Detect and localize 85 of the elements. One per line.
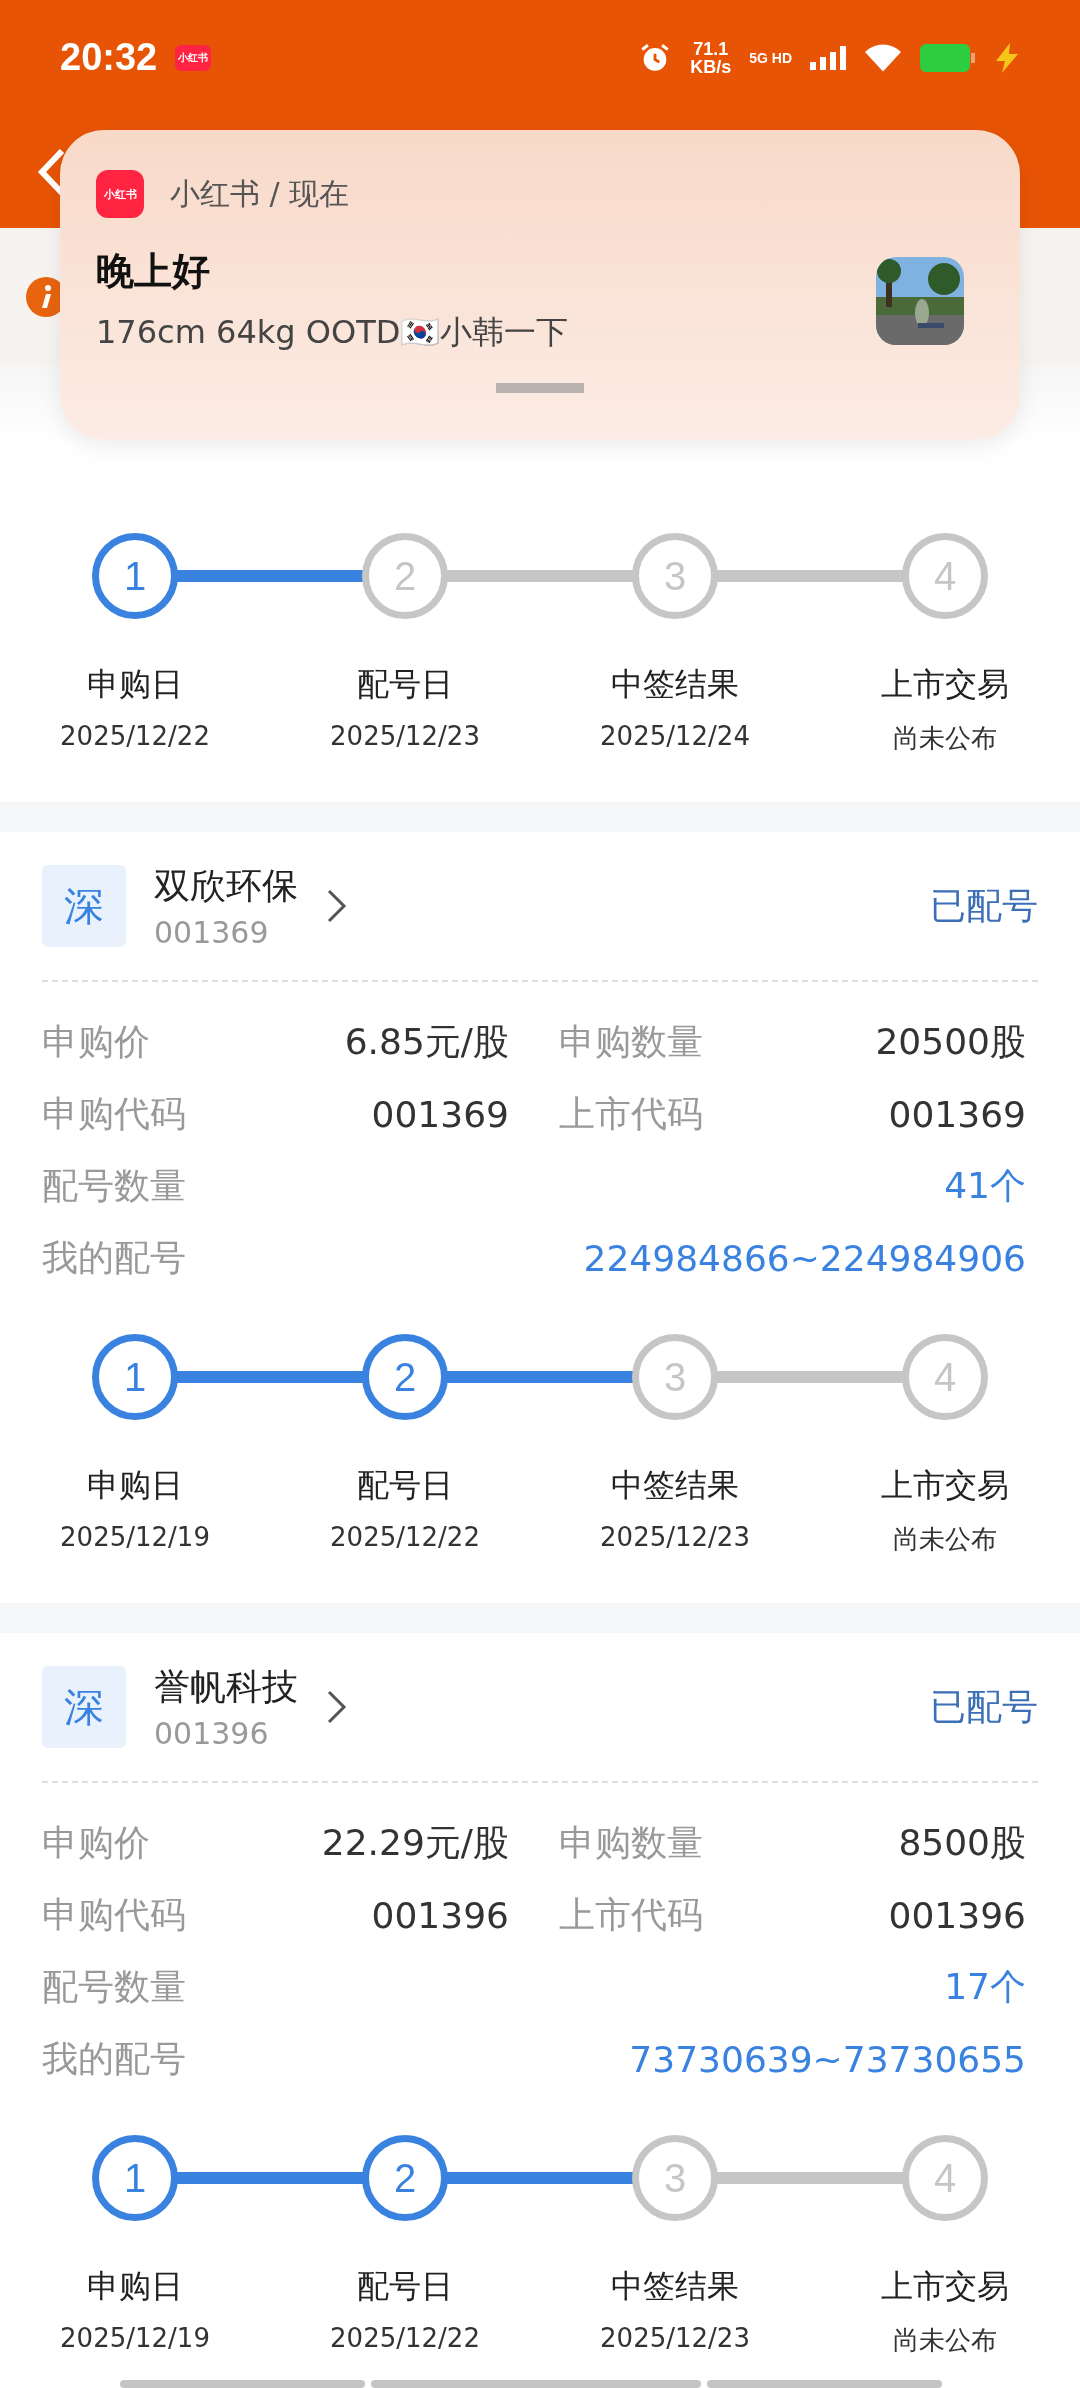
- step-circle: 1: [92, 2135, 178, 2221]
- step-date: 2025/12/22: [330, 1522, 480, 1552]
- exchange-tag: 深: [42, 1666, 126, 1748]
- step-date: 尚未公布: [893, 2324, 997, 2357]
- step-date: 尚未公布: [893, 1523, 997, 1556]
- field-label: 申购价: [42, 1019, 150, 1064]
- step-label: 申购日: [87, 664, 183, 705]
- notification-card[interactable]: 小红书 小红书 / 现在 晚上好 176cm 64kg OOTD🇰🇷小韩一下: [60, 130, 1020, 440]
- step-label: 中签结果: [611, 1465, 739, 1506]
- field-label: 配号数量: [42, 1163, 186, 1208]
- step-date: 2025/12/23: [600, 1522, 750, 1552]
- wifi-icon: [864, 42, 902, 73]
- field-label: 上市代码: [559, 1892, 703, 1937]
- stock-code: 001369: [154, 915, 270, 950]
- step-label: 申购日: [87, 1465, 183, 1506]
- field-label: 申购数量: [559, 1019, 703, 1064]
- field-value: 001396: [371, 1894, 509, 1936]
- step-label: 上市交易: [881, 2266, 1009, 2307]
- charging-icon: [994, 42, 1020, 73]
- field-label: 配号数量: [42, 1964, 186, 2009]
- step-date: 2025/12/22: [330, 2323, 480, 2353]
- step-circle: 4: [902, 533, 988, 619]
- step-date: 2025/12/22: [60, 721, 210, 751]
- step-label: 上市交易: [881, 1465, 1009, 1506]
- app-badge: 小红书: [175, 44, 212, 71]
- network-type: 5G HD: [749, 49, 792, 66]
- step-date: 2025/12/23: [600, 2323, 750, 2353]
- step-date: 尚未公布: [893, 722, 997, 755]
- field-value: 224984866~224984906: [583, 1237, 1026, 1279]
- field-value: 001369: [888, 1093, 1026, 1135]
- field-label: 申购价: [42, 1820, 150, 1865]
- field-value: 20500股: [875, 1019, 1026, 1064]
- field-value: 73730639~73730655: [629, 2038, 1026, 2080]
- step-label: 上市交易: [881, 664, 1009, 705]
- field-label: 我的配号: [42, 1235, 186, 1280]
- battery-icon: [920, 43, 976, 72]
- notification-text: 176cm 64kg OOTD🇰🇷小韩一下: [96, 312, 569, 353]
- field-label: 上市代码: [559, 1091, 703, 1136]
- step-date: 2025/12/24: [600, 721, 750, 751]
- step-circle: 2: [362, 533, 448, 619]
- field-value: 17个: [944, 1964, 1026, 2009]
- field-label: 申购代码: [42, 1892, 186, 1937]
- step-circle: 2: [362, 1334, 448, 1420]
- step-label: 配号日: [357, 664, 453, 705]
- field-label: 我的配号: [42, 2036, 186, 2081]
- status-time: 20:32: [60, 36, 158, 79]
- step-date: 2025/12/19: [60, 2323, 210, 2353]
- field-label: 申购数量: [559, 1820, 703, 1865]
- field-value: 001396: [888, 1894, 1026, 1936]
- step-circle: 3: [632, 1334, 718, 1420]
- record-status: 已配号: [930, 883, 1038, 928]
- signal-icon: [810, 45, 846, 70]
- drag-handle[interactable]: [496, 383, 584, 393]
- record-status: 已配号: [930, 1684, 1038, 1729]
- chevron-icon[interactable]: [326, 1689, 348, 1725]
- field-value: 6.85元/股: [344, 1019, 509, 1064]
- notification-title: 晚上好: [96, 248, 211, 295]
- step-label: 中签结果: [611, 2266, 739, 2307]
- field-value: 41个: [944, 1163, 1026, 1208]
- stock-name[interactable]: 誉帆科技: [154, 1663, 298, 1712]
- step-circle: 2: [362, 2135, 448, 2221]
- step-label: 中签结果: [611, 664, 739, 705]
- step-label: 配号日: [357, 2266, 453, 2307]
- back-icon[interactable]: [36, 146, 66, 197]
- step-date: 2025/12/23: [330, 721, 480, 751]
- network-speed: 71.1 KB/s: [690, 39, 732, 76]
- step-circle: 1: [92, 1334, 178, 1420]
- step-label: 配号日: [357, 1465, 453, 1506]
- step-circle: 3: [632, 2135, 718, 2221]
- field-value: 001369: [371, 1093, 509, 1135]
- app-icon: 小红书: [96, 170, 144, 218]
- notification-source: 小红书 / 现在: [170, 174, 350, 213]
- chevron-icon[interactable]: [326, 888, 348, 924]
- field-value: 8500股: [898, 1820, 1026, 1865]
- step-circle: 4: [902, 2135, 988, 2221]
- step-circle: 3: [632, 533, 718, 619]
- stock-name[interactable]: 双欣环保: [154, 862, 298, 911]
- step-label: 申购日: [87, 2266, 183, 2307]
- field-label: 申购代码: [42, 1091, 186, 1136]
- step-circle: 1: [92, 533, 178, 619]
- exchange-tag: 深: [42, 865, 126, 947]
- step-circle: 4: [902, 1334, 988, 1420]
- step-date: 2025/12/19: [60, 1522, 210, 1552]
- field-value: 22.29元/股: [321, 1820, 509, 1865]
- stock-code: 001396: [154, 1716, 270, 1751]
